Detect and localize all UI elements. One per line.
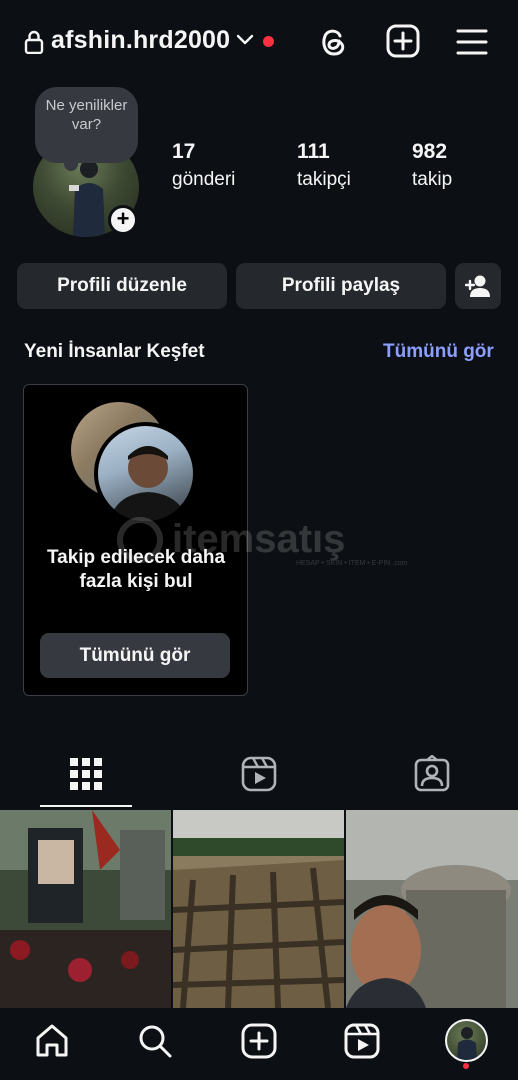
create-icon[interactable]	[241, 1023, 277, 1059]
stat-followers[interactable]: 111 takipçi	[297, 140, 351, 191]
notification-dot	[463, 1063, 469, 1069]
chevron-down-icon[interactable]	[236, 33, 254, 47]
threads-icon[interactable]	[316, 24, 350, 58]
edit-profile-button[interactable]: Profili düzenle	[17, 263, 227, 309]
search-icon[interactable]	[137, 1023, 173, 1059]
stat-following[interactable]: 982 takip	[412, 140, 452, 191]
account-username[interactable]: afshin.hrd2000	[51, 26, 230, 55]
share-profile-button[interactable]: Profili paylaş	[236, 263, 446, 309]
menu-icon[interactable]	[456, 28, 488, 56]
post-thumbnail	[0, 810, 171, 1008]
new-post-icon[interactable]	[386, 24, 420, 58]
discover-title: Yeni İnsanlar Keşfet	[24, 341, 205, 362]
grid-post-3[interactable]	[346, 810, 518, 1008]
tab-active-indicator	[40, 805, 132, 807]
suggested-avatar-front	[94, 422, 197, 525]
reels-nav-icon[interactable]	[344, 1023, 380, 1059]
lock-icon	[24, 30, 44, 54]
add-person-icon	[464, 275, 490, 297]
see-all-button[interactable]: Tümünü gör	[40, 633, 230, 678]
nav-avatar-photo	[457, 1027, 477, 1060]
grid-post-2[interactable]	[173, 810, 344, 1008]
suggestion-text: Takip edilecek daha fazla kişi bul	[46, 547, 226, 592]
note-bubble[interactable]: Ne yenilikler var?	[35, 87, 138, 163]
stat-value: 17	[172, 140, 196, 163]
stat-value: 982	[412, 140, 448, 163]
stat-value: 111	[297, 140, 330, 163]
reels-icon[interactable]	[240, 755, 278, 793]
top-bar: afshin.hrd2000	[0, 0, 518, 84]
grid-post-1[interactable]	[0, 810, 171, 1008]
notification-dot	[263, 36, 274, 47]
watermark-tagline: HESAP • SKIN • İTEM • E-PIN .com	[296, 558, 408, 567]
post-thumbnail	[173, 810, 344, 1008]
stat-posts[interactable]: 17 gönderi	[172, 140, 235, 191]
profile-nav-avatar[interactable]	[445, 1019, 488, 1062]
add-story-icon[interactable]: +	[108, 205, 138, 235]
tagged-icon[interactable]	[413, 755, 451, 793]
discover-people-button[interactable]	[455, 263, 501, 309]
stat-label: takip	[412, 169, 453, 190]
stat-label: gönderi	[172, 169, 236, 190]
grid-icon[interactable]	[67, 755, 105, 793]
home-icon[interactable]	[34, 1023, 70, 1059]
see-all-link[interactable]: Tümünü gör	[383, 341, 494, 363]
stat-label: takipçi	[297, 169, 351, 190]
post-thumbnail	[346, 810, 518, 1008]
